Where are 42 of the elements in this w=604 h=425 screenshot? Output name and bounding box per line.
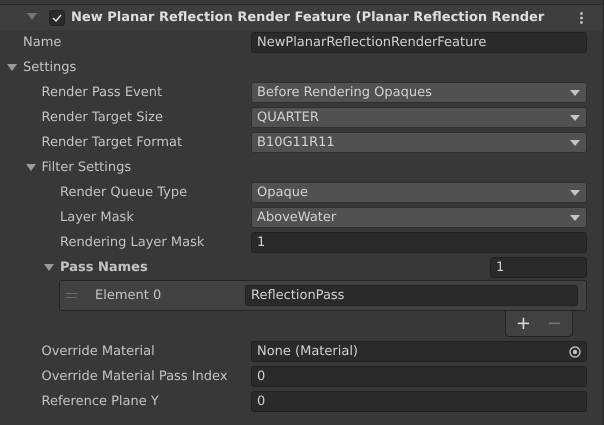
input-field[interactable]: NewPlanarReflectionRenderFeature [251,32,587,53]
dropdown[interactable]: B10G11R11 [251,132,587,153]
section-label[interactable]: Filter Settings [42,160,132,175]
object-field[interactable]: None (Material) [251,341,587,362]
input-field[interactable]: 0 [251,366,587,387]
collapse-arrow-icon[interactable] [44,263,54,272]
dropdown-arrow-icon [570,190,580,196]
list-label[interactable]: Pass Names [60,260,148,275]
collapse-arrow-icon[interactable] [7,63,17,72]
dropdown-arrow-icon [570,90,580,96]
more-options-icon[interactable] [580,12,583,24]
element-field[interactable]: ReflectionPass [245,285,578,306]
input-field[interactable]: 1 [251,232,587,253]
property-label: Rendering Layer Mask [60,235,206,250]
dropdown[interactable]: QUARTER [251,107,587,128]
checkmark-icon [52,14,62,22]
dropdown-arrow-icon [570,140,580,146]
size-field[interactable]: 1 [490,257,587,278]
dropdown[interactable]: Opaque [251,182,587,203]
property-label: Render Target Size [42,110,164,125]
property-label: Override Material Pass Index [42,369,229,384]
property-label: Render Queue Type [60,185,188,200]
property-label: Render Pass Event [42,85,164,100]
dropdown-arrow-icon [570,214,580,220]
enable-checkbox[interactable] [49,10,65,26]
property-label: Override Material [42,344,156,359]
dropdown[interactable]: Before Rendering Opaques [251,82,587,103]
element-label: Element 0 [94,288,162,303]
section-label[interactable]: Settings [23,60,76,75]
property-label: Reference Plane Y [42,394,160,409]
collapse-arrow-icon[interactable] [27,12,37,21]
property-label: Layer Mask [60,210,135,225]
input-field[interactable]: 0 [251,391,587,412]
dropdown-arrow-icon [570,114,580,120]
property-label: Render Target Format [42,135,184,150]
drag-handle-icon[interactable] [66,293,77,298]
collapse-arrow-icon[interactable] [26,163,36,172]
object-picker-icon[interactable] [569,346,581,358]
add-button[interactable]: + [510,311,537,336]
property-label: Name [23,35,62,50]
component-title: New Planar Reflection Render Feature (Planar Reflection Render [71,10,544,25]
dropdown[interactable]: AboveWater [251,207,587,228]
